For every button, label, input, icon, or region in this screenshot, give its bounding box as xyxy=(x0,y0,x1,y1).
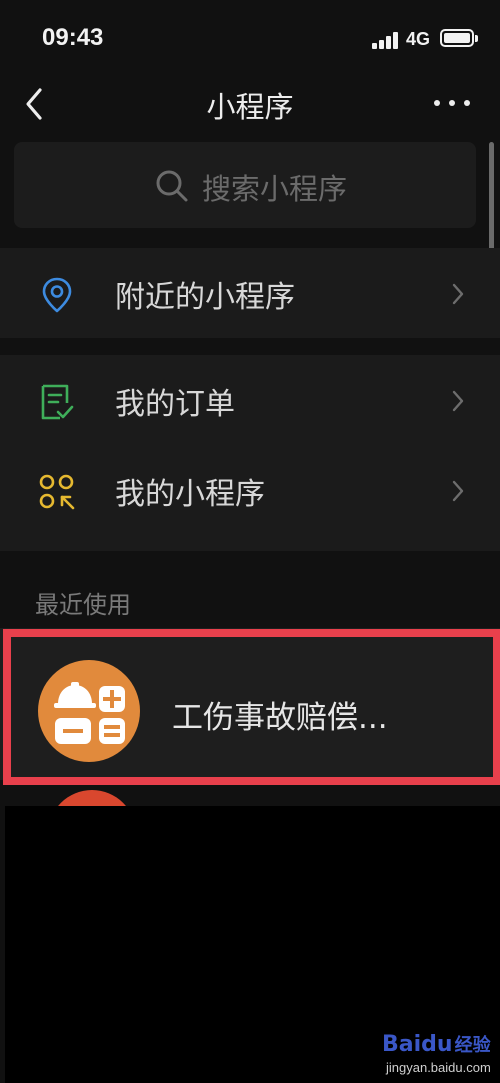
chevron-right-icon xyxy=(452,480,464,502)
menu-item-nearby[interactable]: 附近的小程序 xyxy=(0,248,500,338)
battery-icon xyxy=(440,29,478,47)
signal-icon xyxy=(372,31,402,49)
menu-item-label: 我的小程序 xyxy=(115,477,265,512)
menu-item-label: 附近的小程序 xyxy=(115,280,295,315)
search-input[interactable]: 搜索小程序 xyxy=(14,142,476,228)
watermark-logo: Baidu xyxy=(382,1032,453,1057)
mini-program-icon xyxy=(39,474,75,510)
menu-item-orders[interactable]: 我的订单 xyxy=(0,355,500,445)
more-button[interactable] xyxy=(432,90,472,114)
status-bar: 09:43 4G xyxy=(0,0,500,76)
network-label: 4G xyxy=(406,29,431,49)
menu-item-my-mini-programs[interactable]: 我的小程序 xyxy=(0,445,500,535)
status-time: 09:43 xyxy=(42,24,104,51)
highlight-box xyxy=(3,629,500,785)
location-pin-icon xyxy=(42,277,72,313)
page-title: 小程序 xyxy=(206,90,294,124)
watermark-text: 经验 xyxy=(454,1035,491,1056)
nav-bar: 小程序 xyxy=(0,76,500,132)
order-list-icon xyxy=(41,384,74,420)
nearby-card: 附近的小程序 xyxy=(0,248,500,338)
chevron-right-icon xyxy=(452,283,464,305)
menu-item-label: 我的订单 xyxy=(115,387,235,422)
search-icon xyxy=(156,170,188,202)
watermark-url: jingyan.baidu.com xyxy=(386,1060,491,1075)
search-placeholder: 搜索小程序 xyxy=(202,172,348,206)
baidu-watermark: Baidu 经验 xyxy=(382,1031,491,1061)
my-card: 我的订单 我的小程序 xyxy=(0,355,500,551)
chevron-right-icon xyxy=(452,390,464,412)
section-title-recent: 最近使用 xyxy=(35,591,131,619)
